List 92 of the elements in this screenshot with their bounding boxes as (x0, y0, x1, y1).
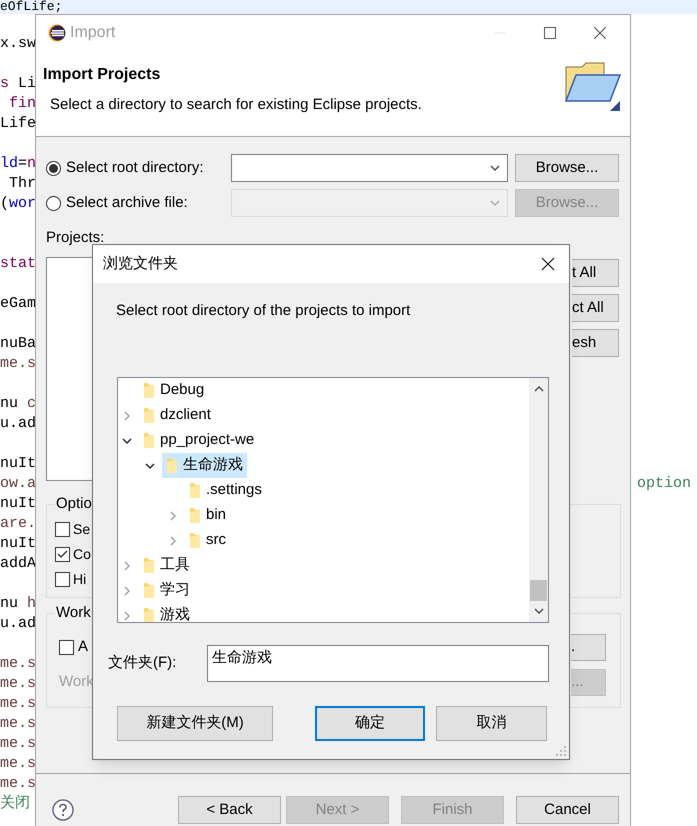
tree-item[interactable]: .settings (167, 478, 266, 503)
code-line: 关闭 (0, 794, 30, 814)
code-line: me.s (0, 774, 36, 794)
code-line: eGam (0, 294, 36, 314)
checkbox[interactable] (55, 547, 70, 562)
checkbox[interactable] (59, 640, 74, 655)
wizard-button[interactable]: Cancel (516, 796, 619, 824)
help-icon (52, 799, 74, 821)
folder-tree[interactable]: Debug dzclient pp_project-we 生命游戏 .settings bin src 工具 学习 游戏 (117, 377, 549, 623)
field-label: Work (59, 672, 94, 692)
code-line: me.s (0, 674, 36, 694)
group-label: Optio (55, 494, 92, 514)
open-folder-icon (562, 61, 622, 113)
folder-icon (143, 607, 155, 622)
dialog-title: 浏览文件夹 (103, 254, 178, 274)
dialog-button[interactable]: 确定 (315, 706, 425, 741)
radio-label: Select archive file: (66, 192, 188, 213)
code-line: s Li (0, 74, 36, 94)
folder-icon (143, 407, 155, 424)
radio-label: Select root directory: (66, 158, 204, 178)
code-line: me.s (0, 734, 36, 754)
folder-icon (143, 382, 155, 399)
tree-item[interactable]: pp_project-we (121, 428, 258, 453)
code-line: nu c (0, 394, 36, 414)
side-button[interactable]: ct All (572, 294, 619, 322)
close-icon (541, 257, 555, 271)
radio-button[interactable] (46, 160, 61, 176)
folder-icon (143, 432, 155, 449)
checkbox-label: Co (73, 545, 91, 564)
code-line: Life (0, 114, 36, 134)
maximize-icon (544, 27, 556, 39)
code-line: me.s (0, 714, 36, 734)
tree-item[interactable]: Debug (121, 378, 208, 403)
folder-icon (143, 557, 155, 574)
code-line: me.s (0, 694, 36, 714)
folder-icon (143, 582, 155, 599)
code-line: nuIt (0, 534, 36, 554)
checkbox-label: Hi (73, 570, 86, 589)
code-text: option (637, 474, 692, 494)
resize-grip-icon (556, 746, 566, 756)
code-line: eOfLife; (0, 0, 62, 14)
window-title: Import (70, 23, 116, 43)
project-list[interactable] (46, 257, 92, 481)
side-button[interactable]: t All (572, 259, 619, 287)
page-description: Select a directory to search for existing Eclipse projects. (49, 95, 423, 115)
section-label: Projects: (46, 229, 104, 247)
code-line: me.s (0, 754, 36, 774)
code-line: me.s (0, 654, 36, 674)
folder-icon (166, 457, 178, 474)
code-line: u.ad (0, 414, 36, 434)
folder-input[interactable]: 生命游戏 (207, 645, 549, 682)
tree-item[interactable]: dzclient (121, 403, 215, 428)
dialog-button[interactable]: 取消 (436, 706, 547, 741)
checkbox-label: Se (73, 520, 90, 539)
wizard-button[interactable]: < Back (178, 796, 281, 824)
checkbox-label: A (78, 637, 88, 658)
close-icon (594, 27, 606, 39)
tree-item[interactable]: 学习 (121, 578, 194, 603)
code-line: x.sw (0, 34, 36, 54)
browse-button[interactable]: Browse... (515, 154, 619, 182)
dialog-prompt: Select root directory of the projects to import (115, 301, 412, 321)
code-line: nu h (0, 594, 36, 614)
code-line: nuIt (0, 494, 36, 514)
tree-item[interactable]: 游戏 (121, 603, 194, 622)
side-button[interactable]: esh (572, 329, 619, 357)
code-line: Thr (8, 174, 36, 194)
scrollbar-thumb[interactable] (530, 580, 547, 601)
field-label: 文件夹(F): (108, 653, 178, 674)
folder-icon (189, 532, 201, 549)
combo-box[interactable] (231, 154, 508, 182)
code-line: ow.a (0, 474, 36, 494)
tree-item[interactable]: src (167, 528, 230, 553)
code-line: ld=n (0, 154, 36, 174)
app-logo-icon (48, 24, 66, 42)
code-line: addA (0, 554, 36, 574)
code-line: nuBa (0, 334, 36, 354)
tree-item[interactable]: 工具 (121, 553, 194, 578)
side-button[interactable]: . (571, 634, 606, 661)
dialog-button[interactable]: 新建文件夹(M) (117, 706, 273, 741)
folder-icon (189, 482, 201, 499)
checkbox[interactable] (55, 572, 70, 587)
code-line: nuIt (0, 454, 36, 474)
code-line: u.ad (0, 614, 36, 634)
folder-icon (189, 507, 201, 524)
code-line: stat (0, 254, 36, 274)
code-line: (wor (0, 194, 36, 214)
tree-item[interactable]: bin (167, 503, 230, 528)
code-line: fin (8, 94, 36, 114)
code-line: are. (0, 514, 36, 534)
page-title: Import Projects (43, 65, 162, 85)
code-line: me.s (0, 354, 36, 374)
checkbox[interactable] (55, 522, 70, 537)
